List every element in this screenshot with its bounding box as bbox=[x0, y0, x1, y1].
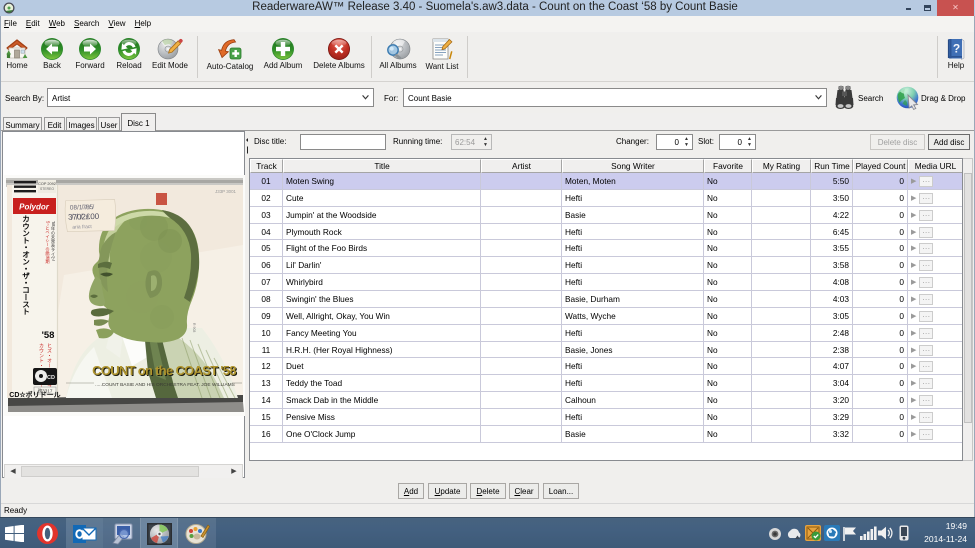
svg-text:'58年の未発表ライヴ!: '58年の未発表ライヴ! bbox=[50, 221, 56, 261]
svg-text:?: ? bbox=[953, 42, 960, 56]
svg-text:J33P 3001: J33P 3001 bbox=[215, 189, 236, 194]
svg-text:08/1̸7̸8̸5̸: 08/1̸7̸8̸5̸ bbox=[70, 203, 95, 212]
svg-text:COUNT on the COAST '58: COUNT on the COAST '58 bbox=[92, 363, 236, 378]
svg-text:Polydor: Polydor bbox=[19, 203, 50, 212]
svg-text:.....COUNT BASIE AND HIS ORCHE: .....COUNT BASIE AND HIS ORCHESTRA FEAT.… bbox=[95, 382, 235, 388]
svg-text:5~とベイシーの絶頂期: 5~とベイシーの絶頂期 bbox=[45, 221, 51, 265]
svg-text:CD☆ポリドール: CD☆ポリドール bbox=[9, 390, 60, 399]
svg-text:3̸7̸0̸2₤00: 3̸7̸0̸2₤00 bbox=[68, 212, 100, 222]
svg-text:CD: CD bbox=[47, 375, 55, 381]
svg-text:COP 2092: COP 2092 bbox=[38, 182, 56, 186]
svg-text:カウント・オン・ザ・コースト: カウント・オン・ザ・コースト bbox=[21, 215, 30, 315]
svg-text:aria fract: aria fract bbox=[72, 224, 92, 231]
svg-text:STEREO: STEREO bbox=[40, 187, 54, 191]
svg-text:'58: '58 bbox=[42, 330, 55, 341]
svg-text:R 903: R 903 bbox=[192, 323, 196, 332]
